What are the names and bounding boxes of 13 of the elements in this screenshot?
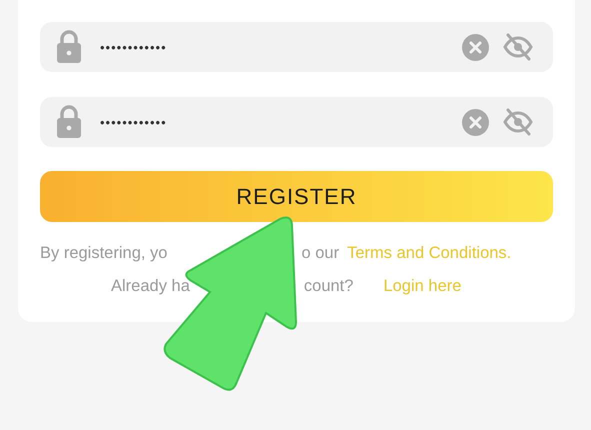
password-field[interactable]: •••••••••••• xyxy=(40,22,553,72)
lock-icon xyxy=(56,105,82,139)
clear-icon[interactable] xyxy=(462,34,489,60)
register-button[interactable]: REGISTER xyxy=(40,171,553,222)
password-field[interactable]: •••••••••••• xyxy=(40,97,553,147)
terms-text: o our xyxy=(301,244,340,263)
lock-icon xyxy=(56,30,82,64)
eye-off-icon[interactable] xyxy=(503,108,533,136)
clear-icon[interactable] xyxy=(462,108,489,136)
terms-text: By registering, yo xyxy=(40,244,168,263)
account-text: Already ha xyxy=(111,277,190,296)
account-text: count? xyxy=(304,277,354,296)
eye-off-icon[interactable] xyxy=(503,33,533,61)
